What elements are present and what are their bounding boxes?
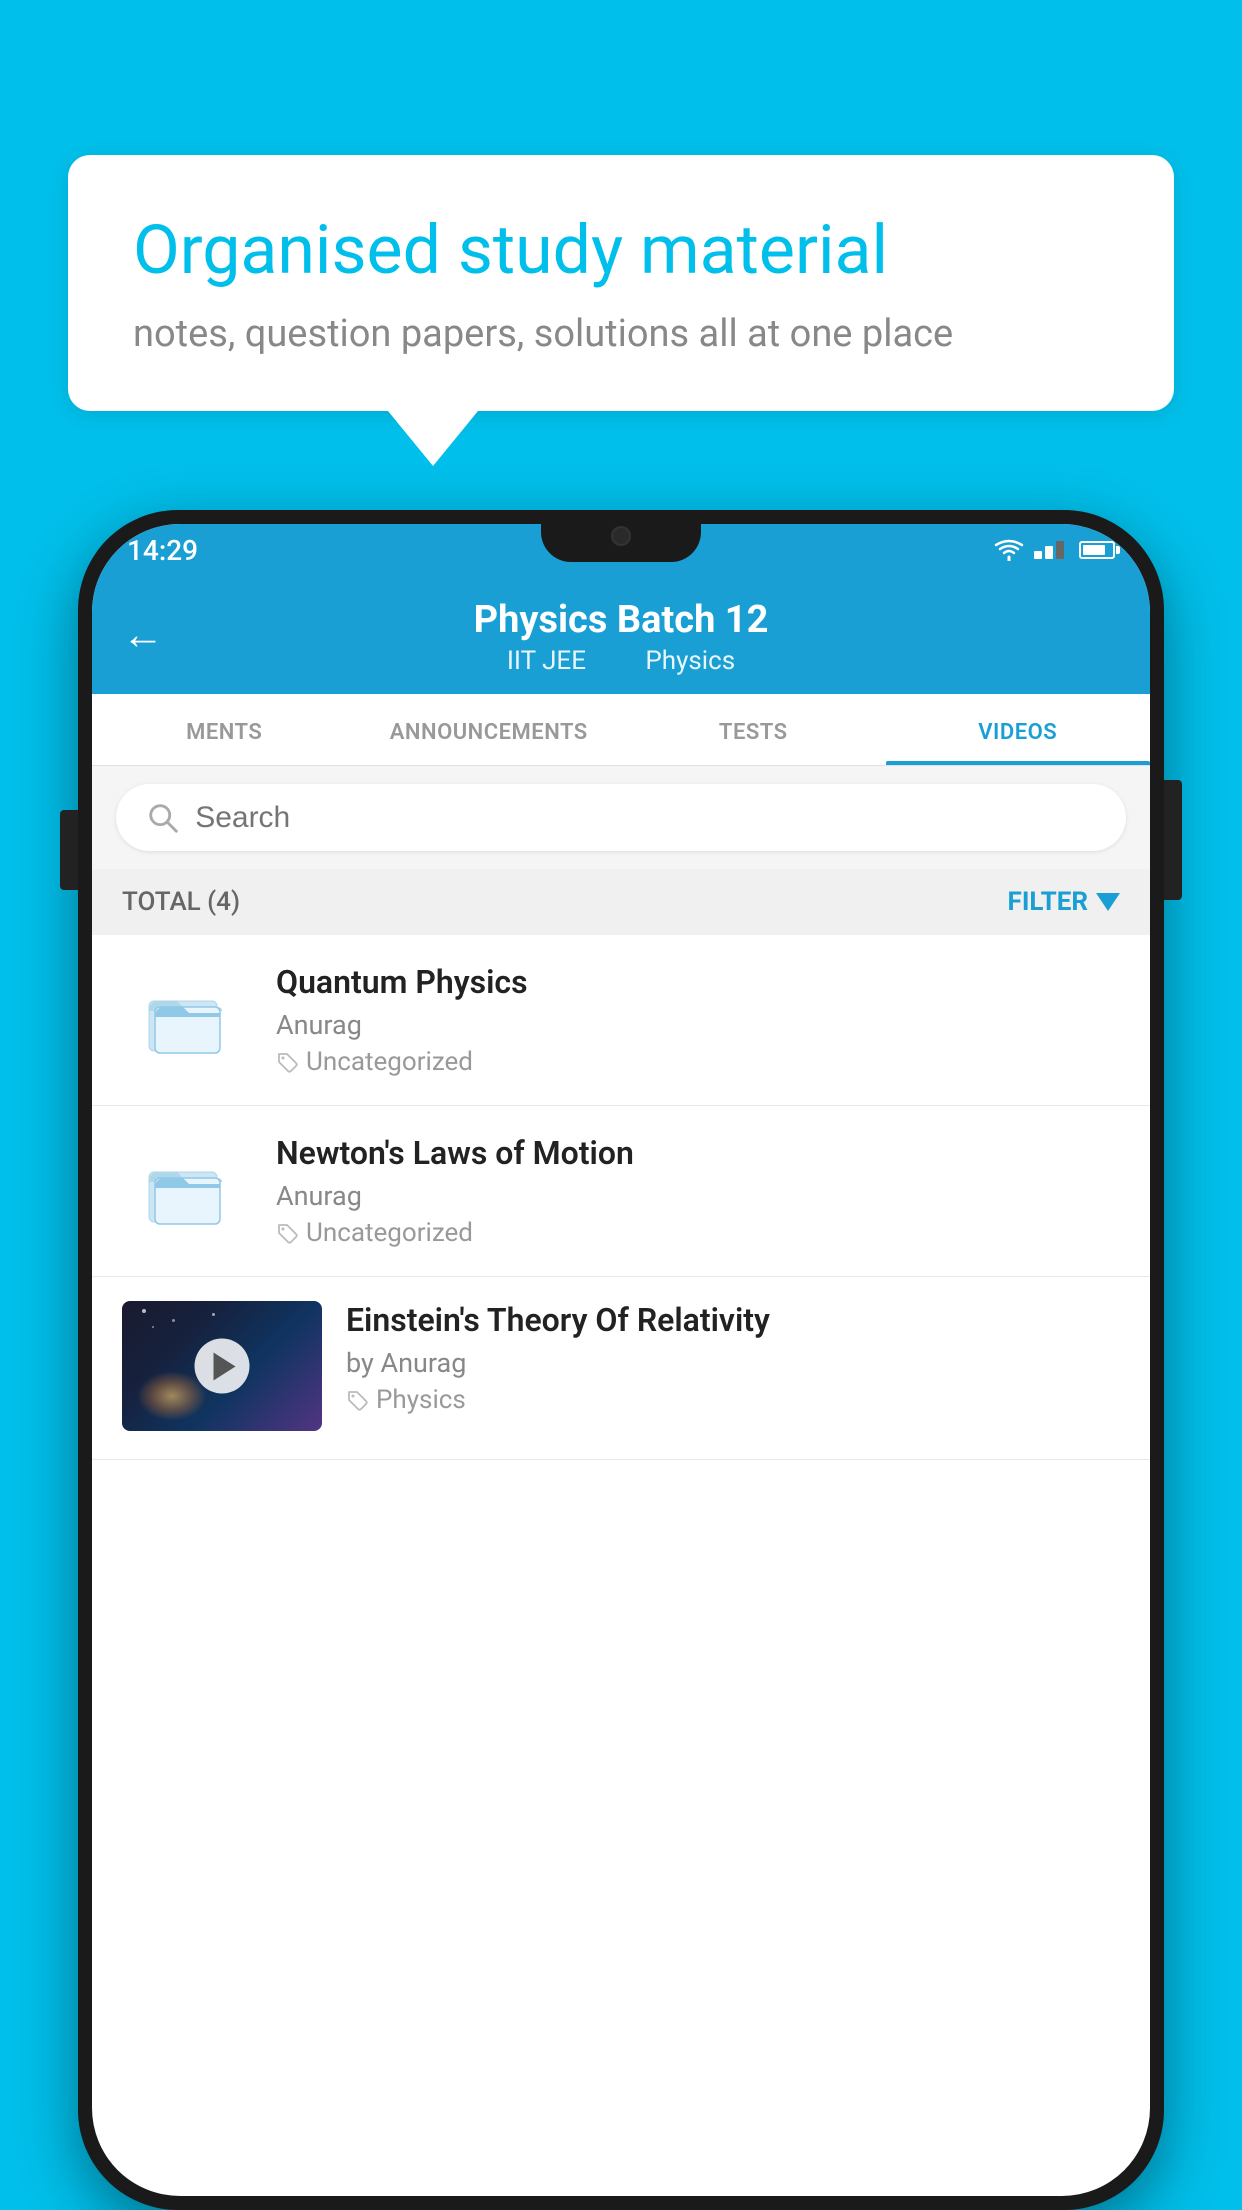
tab-announcements[interactable]: ANNOUNCEMENTS bbox=[357, 694, 622, 765]
phone-outer: 14:29 bbox=[78, 510, 1164, 2210]
speech-bubble-container: Organised study material notes, question… bbox=[68, 155, 1174, 466]
search-icon bbox=[146, 800, 179, 835]
video-tag-2: Uncategorized bbox=[276, 1218, 1120, 1248]
tab-ments[interactable]: MENTS bbox=[92, 694, 357, 765]
video-title-1: Quantum Physics bbox=[276, 963, 1120, 1001]
total-count: TOTAL (4) bbox=[122, 887, 240, 917]
einstein-thumbnail bbox=[122, 1301, 322, 1431]
video-tag-3: Physics bbox=[346, 1385, 1120, 1415]
video-author-2: Anurag bbox=[276, 1180, 1120, 1212]
search-container bbox=[92, 766, 1150, 869]
video-info-2: Newton's Laws of Motion Anurag Uncategor… bbox=[276, 1134, 1120, 1248]
video-info-3: Einstein's Theory Of Relativity by Anura… bbox=[346, 1301, 1120, 1415]
list-item[interactable]: Einstein's Theory Of Relativity by Anura… bbox=[92, 1277, 1150, 1460]
speech-bubble-arrow bbox=[388, 411, 478, 466]
list-item[interactable]: Quantum Physics Anurag Uncategorized bbox=[92, 935, 1150, 1106]
play-button[interactable] bbox=[195, 1339, 250, 1394]
video-list: Quantum Physics Anurag Uncategorized bbox=[92, 935, 1150, 1460]
header-title: Physics Batch 12 bbox=[474, 598, 769, 642]
speech-bubble-subtitle: notes, question papers, solutions all at… bbox=[133, 312, 1109, 356]
camera-icon bbox=[611, 526, 631, 546]
video-title-2: Newton's Laws of Motion bbox=[276, 1134, 1120, 1172]
video-title-3: Einstein's Theory Of Relativity bbox=[346, 1301, 1120, 1339]
speech-bubble-title: Organised study material bbox=[133, 210, 1109, 292]
search-input[interactable] bbox=[195, 801, 1096, 835]
battery-icon bbox=[1079, 541, 1115, 559]
search-bar[interactable] bbox=[116, 784, 1126, 851]
phone-container: 14:29 bbox=[78, 510, 1164, 2210]
signal-icon bbox=[1034, 541, 1064, 559]
tab-tests[interactable]: TESTS bbox=[621, 694, 886, 765]
tabs-container: MENTS ANNOUNCEMENTS TESTS VIDEOS bbox=[92, 694, 1150, 766]
video-author-1: Anurag bbox=[276, 1009, 1120, 1041]
folder-icon-2 bbox=[122, 1144, 252, 1239]
status-icons bbox=[994, 539, 1115, 561]
phone-notch bbox=[541, 510, 701, 562]
header-iit-jee: IIT JEE bbox=[507, 646, 586, 676]
tag-icon-2 bbox=[276, 1222, 298, 1244]
filter-icon bbox=[1096, 893, 1120, 911]
header-separator bbox=[612, 646, 625, 676]
back-button[interactable]: ← bbox=[122, 611, 164, 660]
folder-icon-1 bbox=[122, 973, 252, 1068]
tag-icon-1 bbox=[276, 1051, 298, 1073]
app-header: ← Physics Batch 12 IIT JEE Physics bbox=[92, 576, 1150, 694]
header-subtitle: IIT JEE Physics bbox=[497, 646, 745, 676]
video-author-3: by Anurag bbox=[346, 1347, 1120, 1379]
filter-bar: TOTAL (4) FILTER bbox=[92, 869, 1150, 935]
wifi-icon bbox=[994, 539, 1024, 561]
status-time: 14:29 bbox=[127, 534, 198, 567]
play-icon bbox=[213, 1352, 235, 1380]
list-item[interactable]: Newton's Laws of Motion Anurag Uncategor… bbox=[92, 1106, 1150, 1277]
video-tag-1: Uncategorized bbox=[276, 1047, 1120, 1077]
tag-icon-3 bbox=[346, 1389, 368, 1411]
speech-bubble: Organised study material notes, question… bbox=[68, 155, 1174, 411]
header-physics: Physics bbox=[645, 646, 735, 676]
filter-button[interactable]: FILTER bbox=[1008, 887, 1120, 917]
tab-videos[interactable]: VIDEOS bbox=[886, 694, 1151, 765]
phone-screen: 14:29 bbox=[92, 524, 1150, 2196]
video-info-1: Quantum Physics Anurag Uncategorized bbox=[276, 963, 1120, 1077]
